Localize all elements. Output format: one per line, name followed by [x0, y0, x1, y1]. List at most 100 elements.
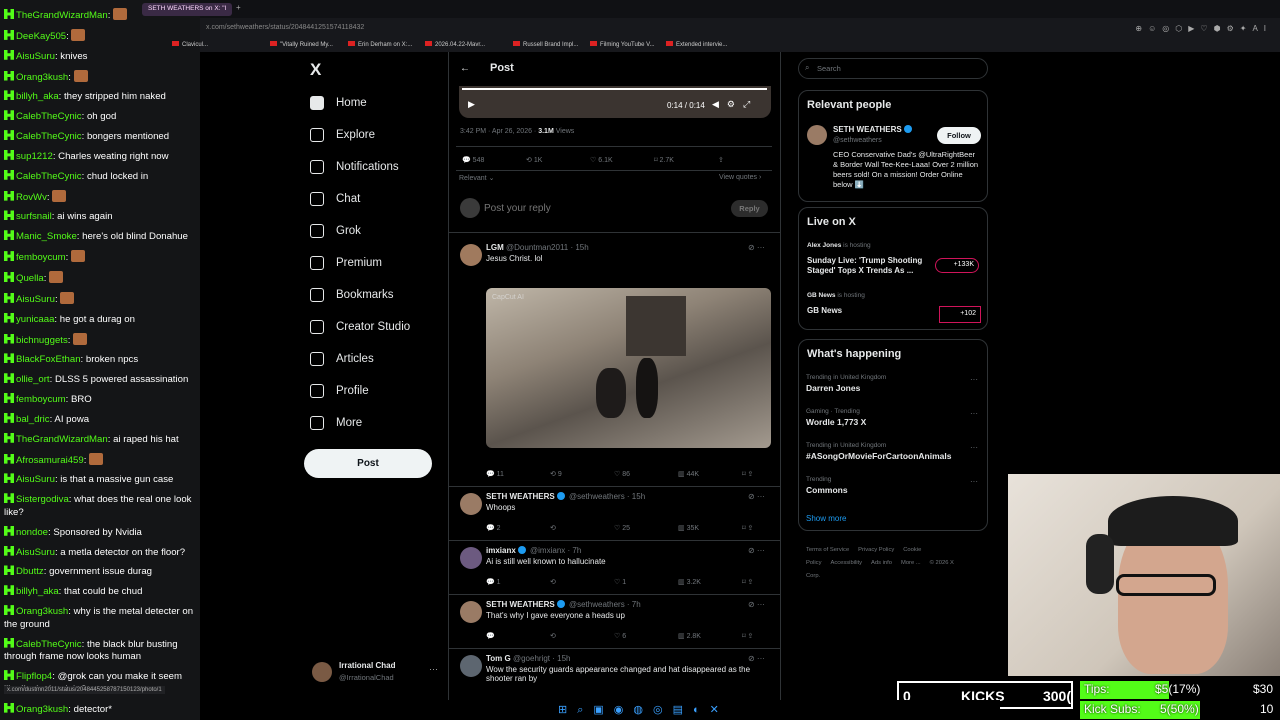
reply-count[interactable]: 💬 2	[486, 524, 550, 532]
toolbar-icons[interactable]: ⊕☺◎⬡▶♡⬢⚙✦AI	[1135, 24, 1272, 33]
reply-more-icon[interactable]: ⊘ ···	[748, 492, 765, 501]
reply-more-icon[interactable]: ⊘ ···	[748, 243, 765, 252]
view-count[interactable]: ▥ 3.2K	[678, 578, 742, 586]
bookmark-share-icons[interactable]: ⌑ ⇪	[742, 470, 760, 478]
trend-item[interactable]: Trending Commons	[806, 476, 848, 495]
bookmark-item[interactable]: 2026.04.22-Mavr...	[425, 41, 485, 48]
nav-creator-studio[interactable]: Creator Studio	[310, 320, 410, 334]
trend-more-icon[interactable]: ···	[970, 375, 978, 384]
reply-button[interactable]: Reply	[731, 200, 768, 217]
bookmark-item[interactable]: Russell Brand Impl...	[513, 41, 578, 48]
chat-username[interactable]: CalebTheCynic	[16, 639, 82, 650]
reply-count[interactable]: 💬	[486, 632, 550, 640]
share-icon[interactable]: ⇪	[718, 156, 738, 164]
play-icon[interactable]: ▶	[468, 99, 475, 110]
nav-more[interactable]: More	[310, 416, 362, 430]
chat-username[interactable]: nondoe	[16, 527, 48, 538]
footer-link[interactable]: Ads info	[871, 560, 892, 566]
reply-author-avatar[interactable]	[460, 601, 482, 623]
reply-author-name[interactable]: SETH WEATHERS	[486, 492, 555, 501]
chat-username[interactable]: femboycum	[16, 394, 66, 405]
video-controls-icons[interactable]: ◀⚙⤢	[712, 99, 758, 110]
video-progress[interactable]	[462, 88, 767, 90]
bookmark-item[interactable]: Erin Derham on X:...	[348, 41, 412, 48]
nav-notifications[interactable]: Notifications	[310, 160, 399, 174]
like-count[interactable]: ♡ 6	[614, 632, 678, 640]
nav-premium[interactable]: Premium	[310, 256, 382, 270]
nav-articles[interactable]: Articles	[310, 352, 374, 366]
chat-username[interactable]: AisuSuru	[16, 294, 55, 305]
view-count[interactable]: ▥ 44K	[678, 470, 742, 478]
chat-username[interactable]: Dbuttz	[16, 566, 44, 577]
chat-username[interactable]: TheGrandWizardMan	[16, 434, 108, 445]
chat-username[interactable]: Orang3kush	[16, 72, 68, 83]
repost-count[interactable]: ⟲	[550, 524, 614, 532]
account-more-icon[interactable]: ···	[429, 664, 438, 674]
chat-username[interactable]: CalebTheCynic	[16, 171, 82, 182]
show-more-link[interactable]: Show more	[806, 514, 846, 523]
chat-username[interactable]: CalebTheCynic	[16, 111, 82, 122]
chat-username[interactable]: surfsnail	[16, 211, 52, 222]
bookmark-share-icons[interactable]: ⌑ ⇪	[742, 578, 760, 586]
bookmark-item[interactable]: "Vitally Ruined My...	[270, 41, 333, 48]
account-avatar[interactable]	[312, 662, 332, 682]
chat-username[interactable]: bichnuggets	[16, 335, 68, 346]
new-tab-button[interactable]: +	[236, 3, 241, 12]
relevant-sort[interactable]: Relevant ⌄	[459, 174, 494, 182]
reply-more-icon[interactable]: ⊘ ···	[748, 600, 765, 609]
chat-username[interactable]: Orang3kush	[16, 606, 68, 617]
reply-author-avatar[interactable]	[460, 244, 482, 266]
reply-count[interactable]: 💬 548	[462, 156, 526, 164]
reply-tweet[interactable]: SETH WEATHERS @sethweathers · 7h That's w…	[486, 600, 756, 620]
reply-more-icon[interactable]: ⊘ ···	[748, 654, 765, 663]
live-item-2-title[interactable]: GB News	[807, 306, 842, 315]
nav-explore[interactable]: Explore	[310, 128, 375, 142]
chat-username[interactable]: yunicaaa	[16, 314, 54, 325]
footer-link[interactable]: Terms of Service	[806, 547, 849, 553]
chat-username[interactable]: billyh_aka	[16, 91, 59, 102]
like-count[interactable]: ♡ 86	[614, 470, 678, 478]
footer-link[interactable]: More ...	[901, 560, 921, 566]
chat-username[interactable]: TheGrandWizardMan	[16, 10, 108, 21]
reply-author-avatar[interactable]	[460, 547, 482, 569]
chat-username[interactable]: femboycum	[16, 252, 66, 263]
nav-profile[interactable]: Profile	[310, 384, 369, 398]
chat-username[interactable]: Quella	[16, 273, 44, 284]
chat-username[interactable]: AisuSuru	[16, 474, 55, 485]
relevant-person-name[interactable]: SETH WEATHERS	[833, 125, 914, 134]
reply-tweet[interactable]: LGM @Dountman2011 · 15h Jesus Christ. lol	[486, 243, 756, 263]
reply-tweet[interactable]: Tom G @goehrigt · 15h Wow the security gu…	[486, 654, 756, 683]
relevant-person-avatar[interactable]	[807, 125, 827, 145]
reply-more-icon[interactable]: ⊘ ···	[748, 546, 765, 555]
chat-username[interactable]: bal_dric	[16, 414, 50, 425]
reply-input[interactable]	[484, 200, 714, 216]
reply-tweet[interactable]: SETH WEATHERS @sethweathers · 15h Whoops	[486, 492, 756, 512]
x-logo[interactable]: X	[310, 60, 321, 80]
footer-link[interactable]: Accessibility	[830, 560, 862, 566]
chat-username[interactable]: Sistergodiva	[16, 494, 69, 505]
taskbar-icons[interactable]: ⊞⌕▣◉◍◎▤◐✕	[558, 703, 729, 717]
reply-media-video[interactable]: CapCut AI	[486, 288, 771, 448]
chat-username[interactable]: CalebTheCynic	[16, 131, 82, 142]
reply-author-name[interactable]: imxianx	[486, 546, 516, 555]
bookmark-share-icons[interactable]: ⌑ ⇪	[742, 632, 760, 640]
nav-home[interactable]: Home	[310, 96, 367, 110]
repost-count[interactable]: ⟲ 9	[550, 470, 614, 478]
repost-count[interactable]: ⟲ 1K	[526, 156, 590, 164]
bookmark-item[interactable]: Filming YouTube V...	[590, 41, 655, 48]
chat-username[interactable]: Manic_Smoke	[16, 231, 77, 242]
footer-link[interactable]: Privacy Policy	[858, 547, 894, 553]
chat-username[interactable]: billyh_aka	[16, 586, 59, 597]
like-count[interactable]: ♡ 1	[614, 578, 678, 586]
nav-bookmarks[interactable]: Bookmarks	[310, 288, 394, 302]
chat-username[interactable]: RovWv	[16, 192, 47, 203]
view-count[interactable]: ▥ 2.8K	[678, 632, 742, 640]
trend-item[interactable]: Gaming · Trending Wordle 1,773 X	[806, 408, 866, 427]
follow-button[interactable]: Follow	[937, 127, 981, 144]
trend-more-icon[interactable]: ···	[970, 443, 978, 452]
chat-username[interactable]: Flipflop4	[16, 671, 52, 682]
account-name[interactable]: Irrational Chad	[339, 661, 395, 670]
bookmark-item[interactable]: Clavicul...	[172, 41, 208, 48]
reply-author-name[interactable]: LGM	[486, 243, 504, 252]
chat-username[interactable]: Orang3kush	[16, 704, 68, 715]
